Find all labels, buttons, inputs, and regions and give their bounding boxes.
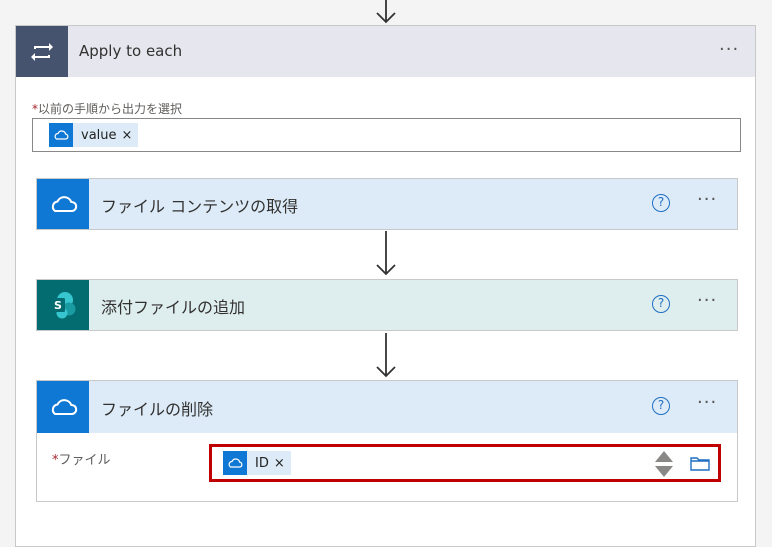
stepper-arrows-icon[interactable] [654, 450, 674, 482]
flow-arrow-top [375, 0, 397, 25]
help-icon[interactable]: ? [652, 295, 670, 313]
help-icon[interactable]: ? [652, 194, 670, 212]
delete-file-card: ファイルの削除 ? ··· [36, 380, 738, 502]
add-attachment-card[interactable]: S 添付ファイルの追加 ? ··· [36, 279, 738, 331]
onedrive-cloud-icon [37, 179, 89, 229]
value-token-label: value [81, 127, 117, 143]
flow-arrow [375, 333, 397, 379]
get-file-content-card[interactable]: ファイル コンテンツの取得 ? ··· [36, 178, 738, 230]
apply-to-each-header[interactable]: Apply to each ··· [16, 26, 755, 77]
value-token-remove-button[interactable]: × [122, 128, 139, 143]
get-file-content-title: ファイル コンテンツの取得 [101, 197, 299, 216]
add-attachment-more-button[interactable]: ··· [697, 290, 717, 311]
onedrive-cloud-icon [223, 451, 247, 475]
onedrive-cloud-icon [37, 381, 89, 433]
folder-icon[interactable] [690, 455, 710, 475]
apply-to-each-title: Apply to each [79, 42, 183, 60]
id-token-label: ID [255, 455, 269, 471]
select-output-input[interactable]: value × [32, 118, 741, 152]
apply-to-each-more-button[interactable]: ··· [719, 39, 739, 60]
file-field-input[interactable]: ID × [209, 444, 721, 482]
select-output-label: *以前の手順から出力を選択 [32, 100, 182, 117]
id-token-remove-button[interactable]: × [274, 456, 291, 471]
apply-to-each-card: Apply to each ··· *以前の手順から出力を選択 value × … [15, 25, 756, 547]
delete-file-more-button[interactable]: ··· [697, 392, 717, 413]
svg-text:S: S [54, 299, 62, 312]
onedrive-cloud-icon [49, 123, 73, 147]
get-file-content-more-button[interactable]: ··· [697, 189, 717, 210]
delete-file-title: ファイルの削除 [101, 400, 214, 419]
help-icon[interactable]: ? [652, 397, 670, 415]
add-attachment-title: 添付ファイルの追加 [101, 298, 246, 317]
delete-file-header[interactable]: ファイルの削除 ? ··· [37, 381, 737, 433]
value-token[interactable]: value × [49, 123, 139, 147]
id-token[interactable]: ID × [223, 451, 291, 475]
file-field-label: *ファイル [52, 449, 111, 468]
flow-arrow [375, 231, 397, 277]
select-output-label-text: 以前の手順から出力を選択 [38, 102, 183, 116]
sharepoint-icon: S [37, 280, 89, 330]
file-field-label-text: ファイル [58, 453, 111, 468]
loop-icon [16, 26, 68, 77]
